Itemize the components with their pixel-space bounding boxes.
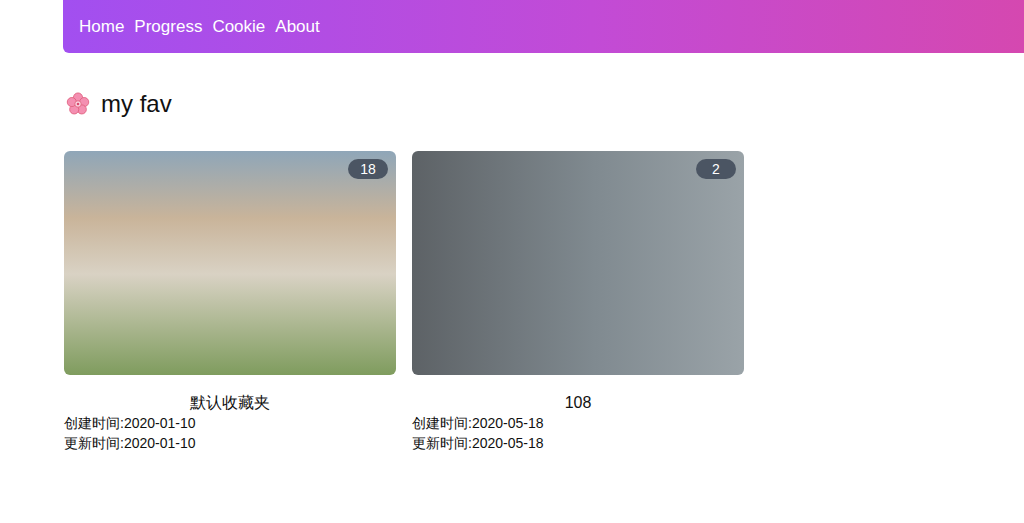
page: Home Progress Cookie About my fav 18 默认收藏夹 … <box>0 0 1024 453</box>
folder-card[interactable]: 2 108 创建时间:2020-05-18 更新时间:2020-05-18 <box>412 151 744 453</box>
folder-title[interactable]: 默认收藏夹 <box>64 393 396 413</box>
created-time: 创建时间:2020-01-10 <box>64 413 396 433</box>
folder-cover[interactable]: 2 <box>412 151 744 375</box>
nav-link[interactable]: Home <box>79 17 124 37</box>
heading-text: my fav <box>101 88 172 120</box>
nav-link[interactable]: Progress <box>134 17 202 37</box>
nav-bar: Home Progress Cookie About <box>63 0 1024 53</box>
count-badge: 2 <box>696 159 736 179</box>
page-heading: my fav <box>65 88 1024 120</box>
nav-link[interactable]: About <box>275 17 319 37</box>
created-time: 创建时间:2020-05-18 <box>412 413 744 433</box>
cherry-blossom-icon <box>65 91 91 117</box>
count-badge: 18 <box>348 159 388 179</box>
updated-time: 更新时间:2020-05-18 <box>412 433 744 453</box>
updated-time: 更新时间:2020-01-10 <box>64 433 396 453</box>
nav-link[interactable]: Cookie <box>212 17 265 37</box>
folder-title[interactable]: 108 <box>412 393 744 413</box>
folder-cover[interactable]: 18 <box>64 151 396 375</box>
folder-grid: 18 默认收藏夹 创建时间:2020-01-10 更新时间:2020-01-10… <box>63 151 1024 453</box>
folder-card[interactable]: 18 默认收藏夹 创建时间:2020-01-10 更新时间:2020-01-10 <box>64 151 396 453</box>
